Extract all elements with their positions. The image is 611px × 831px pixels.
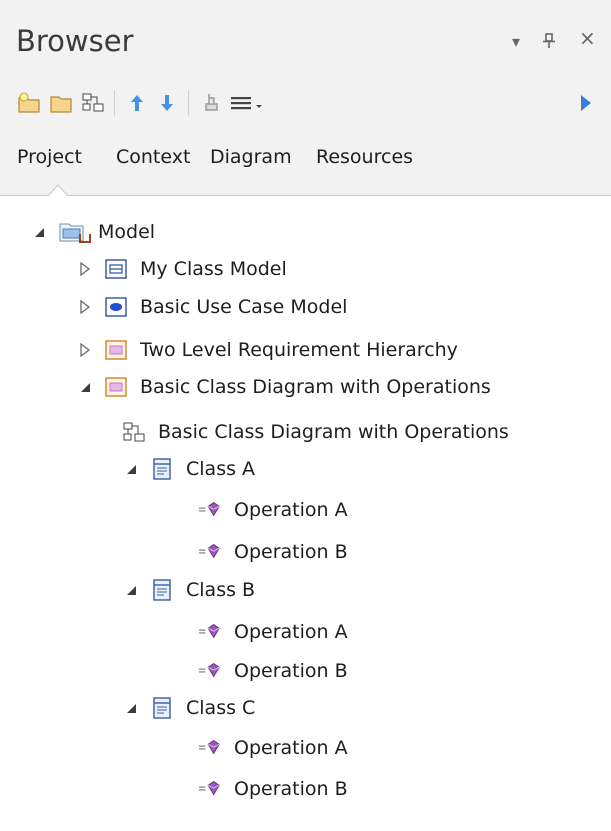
tree-item-label: Operation B [234,778,348,800]
class-diagram-icon [122,421,146,443]
tree-item[interactable]: Basic Use Case Model [76,290,347,324]
active-tab-indicator [48,184,68,196]
class-package-icon [104,258,128,280]
pin-icon[interactable] [542,33,556,52]
tree-item[interactable]: Class A [122,452,255,486]
tab-bar: Project Context Diagram Resources [0,126,611,196]
tree-item-label: Basic Class Diagram with Operations [158,421,509,443]
tree-item-label: My Class Model [140,258,287,280]
expanded-arrow-icon[interactable] [122,460,140,478]
toolbar [0,78,611,126]
tab-diagram[interactable]: Diagram [210,146,292,168]
tree-item-label: Basic Class Diagram with Operations [140,376,491,398]
tree-item[interactable]: Class C [122,691,255,725]
requirement-package-icon [104,376,128,398]
usecase-package-icon [104,296,128,318]
collapsed-arrow-icon[interactable] [76,341,94,359]
run-icon[interactable] [573,90,599,116]
tree-item[interactable]: Operation A [198,493,348,527]
tree-item-label: Operation B [234,541,348,563]
requirement-package-icon [104,339,128,361]
tree-item[interactable]: Two Level Requirement Hierarchy [76,333,458,367]
tab-project[interactable]: Project [17,146,82,168]
tree-item-label: Class C [186,697,256,719]
toolbar-separator [114,90,115,116]
tree-item[interactable]: Operation B [198,535,348,569]
expanded-arrow-icon[interactable] [122,581,140,599]
menu-icon[interactable] [228,90,268,116]
dropdown-icon[interactable]: ▾ [512,34,520,50]
tree-item-label: Operation A [234,737,348,759]
collapsed-arrow-icon[interactable] [76,260,94,278]
expanded-arrow-icon[interactable] [122,699,140,717]
class-icon [150,458,174,480]
operation-icon [198,499,222,521]
collapsed-arrow-icon[interactable] [76,298,94,316]
tree-item[interactable]: Class B [122,573,255,607]
tree-item[interactable]: My Class Model [76,252,287,286]
new-folder-icon[interactable] [48,90,74,116]
class-icon [150,697,174,719]
project-tree: Model My Class Model Basic Use Case Model T… [0,196,611,831]
locate-icon[interactable] [198,90,224,116]
tree-item-label: Class B [186,579,256,601]
tab-context[interactable]: Context [116,146,190,168]
tree-item-label: Operation B [234,660,348,682]
new-diagram-icon[interactable] [80,90,106,116]
tree-item-label: Model [98,221,156,243]
tree-item-label: Operation A [234,621,348,643]
move-down-icon[interactable] [154,90,180,116]
class-icon [150,579,174,601]
operation-icon [198,737,222,759]
tree-item[interactable]: Operation B [198,772,348,806]
panel-title: Browser [16,24,134,58]
operation-icon [198,621,222,643]
tree-item-label: Two Level Requirement Hierarchy [140,339,458,361]
tree-item[interactable]: Operation A [198,615,348,649]
move-up-icon[interactable] [124,90,150,116]
tree-item-label: Class A [186,458,256,480]
new-package-icon[interactable] [16,90,42,116]
tree-item[interactable]: Operation B [198,654,348,688]
tree-item-label: Basic Use Case Model [140,296,348,318]
expanded-arrow-icon[interactable] [30,223,48,241]
expanded-arrow-icon[interactable] [76,378,94,396]
tree-item[interactable]: Model [30,215,155,249]
browser-panel: Browser ▾ × Project Context Diagram Reso… [0,0,611,831]
model-root-icon [58,221,92,243]
title-bar: Browser ▾ × [0,0,611,78]
operation-icon [198,541,222,563]
tab-resources[interactable]: Resources [316,146,413,168]
toolbar-separator [188,90,189,116]
operation-icon [198,660,222,682]
tree-item[interactable]: Basic Class Diagram with Operations [76,370,491,404]
close-icon[interactable]: × [579,28,596,48]
tree-item[interactable]: Operation A [198,731,348,765]
operation-icon [198,778,222,800]
tree-item-label: Operation A [234,499,348,521]
tree-item[interactable]: Basic Class Diagram with Operations [122,415,509,449]
